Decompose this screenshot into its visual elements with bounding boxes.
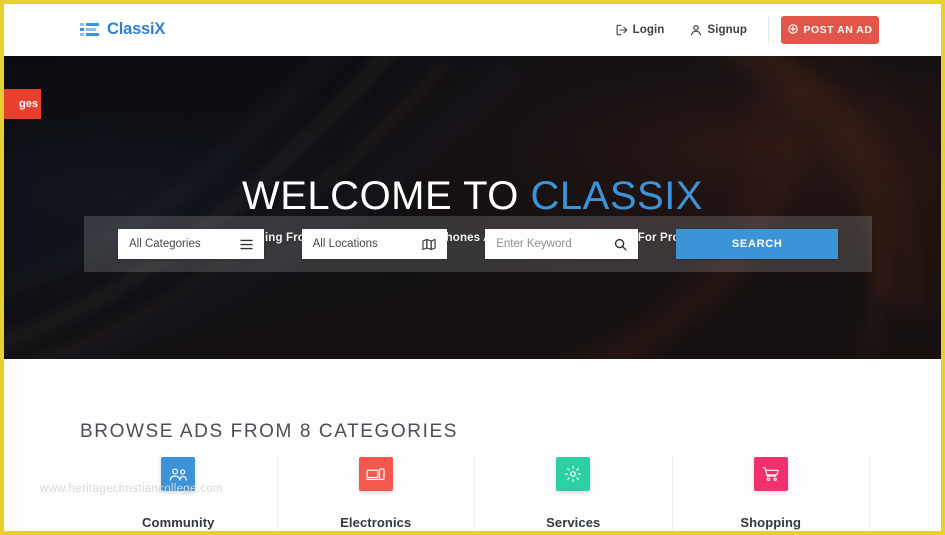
devices-icon	[358, 457, 393, 491]
keyword-input-placeholder: Enter Keyword	[496, 238, 572, 250]
category-label: Shopping	[740, 515, 802, 530]
signup-link[interactable]: Signup	[677, 24, 760, 36]
header-nav: Login Signup POST AN AD	[603, 16, 879, 44]
user-icon	[690, 24, 702, 36]
hamburger-list-icon	[239, 239, 253, 250]
signup-label: Signup	[707, 24, 747, 36]
hero-search-bar: All Categories All Locations Enter Keywo…	[84, 216, 872, 272]
people-icon	[161, 457, 196, 491]
side-tab-label: ges	[19, 98, 38, 110]
site-logo[interactable]: ClassiX	[80, 20, 165, 39]
nav-divider	[768, 17, 769, 43]
search-icon	[614, 238, 627, 251]
post-an-ad-button[interactable]: POST AN AD	[781, 16, 879, 44]
keyword-input[interactable]: Enter Keyword	[485, 229, 639, 259]
category-item-shopping[interactable]: Shopping	[673, 455, 870, 531]
category-item-community[interactable]: Community	[80, 455, 278, 531]
hero-title-main: WELCOME TO	[242, 174, 531, 218]
category-item-electronics[interactable]: Electronics	[278, 455, 475, 531]
hero-banner: ges WELCOME TO CLASSIX Buy And Sell Ever…	[4, 56, 941, 359]
category-select-value: All Categories	[129, 238, 201, 250]
list-icon	[80, 22, 100, 38]
location-select[interactable]: All Locations	[301, 229, 448, 259]
login-label: Login	[632, 24, 665, 36]
post-an-ad-label: POST AN AD	[803, 24, 873, 36]
categories-heading: BROWSE ADS FROM 8 CATEGORIES	[80, 421, 459, 442]
category-item-services[interactable]: Services	[475, 455, 673, 531]
category-label: Electronics	[340, 515, 412, 530]
browser-page: ClassiX Login Signup POST AN AD ges WELC…	[0, 0, 945, 535]
hero-title: WELCOME TO CLASSIX	[4, 176, 941, 216]
plus-circle-icon	[787, 23, 798, 37]
category-label: Services	[546, 515, 601, 530]
category-label: Community	[142, 515, 215, 530]
browse-categories-section: BROWSE ADS FROM 8 CATEGORIES Community E…	[4, 359, 941, 531]
login-link[interactable]: Login	[603, 24, 678, 36]
hero-title-accent: CLASSIX	[530, 174, 703, 218]
category-select[interactable]: All Categories	[118, 229, 264, 259]
cart-icon	[753, 457, 788, 491]
search-button[interactable]: SEARCH	[676, 229, 839, 259]
logo-text: ClassiX	[107, 20, 166, 38]
login-arrow-icon	[616, 24, 628, 36]
side-languages-tab[interactable]: ges	[4, 89, 41, 119]
site-header: ClassiX Login Signup POST AN AD	[4, 4, 941, 56]
gear-icon	[556, 457, 591, 491]
location-select-value: All Locations	[312, 238, 378, 250]
categories-row: Community Electronics Services Shopping	[80, 455, 870, 531]
map-icon	[422, 238, 436, 251]
